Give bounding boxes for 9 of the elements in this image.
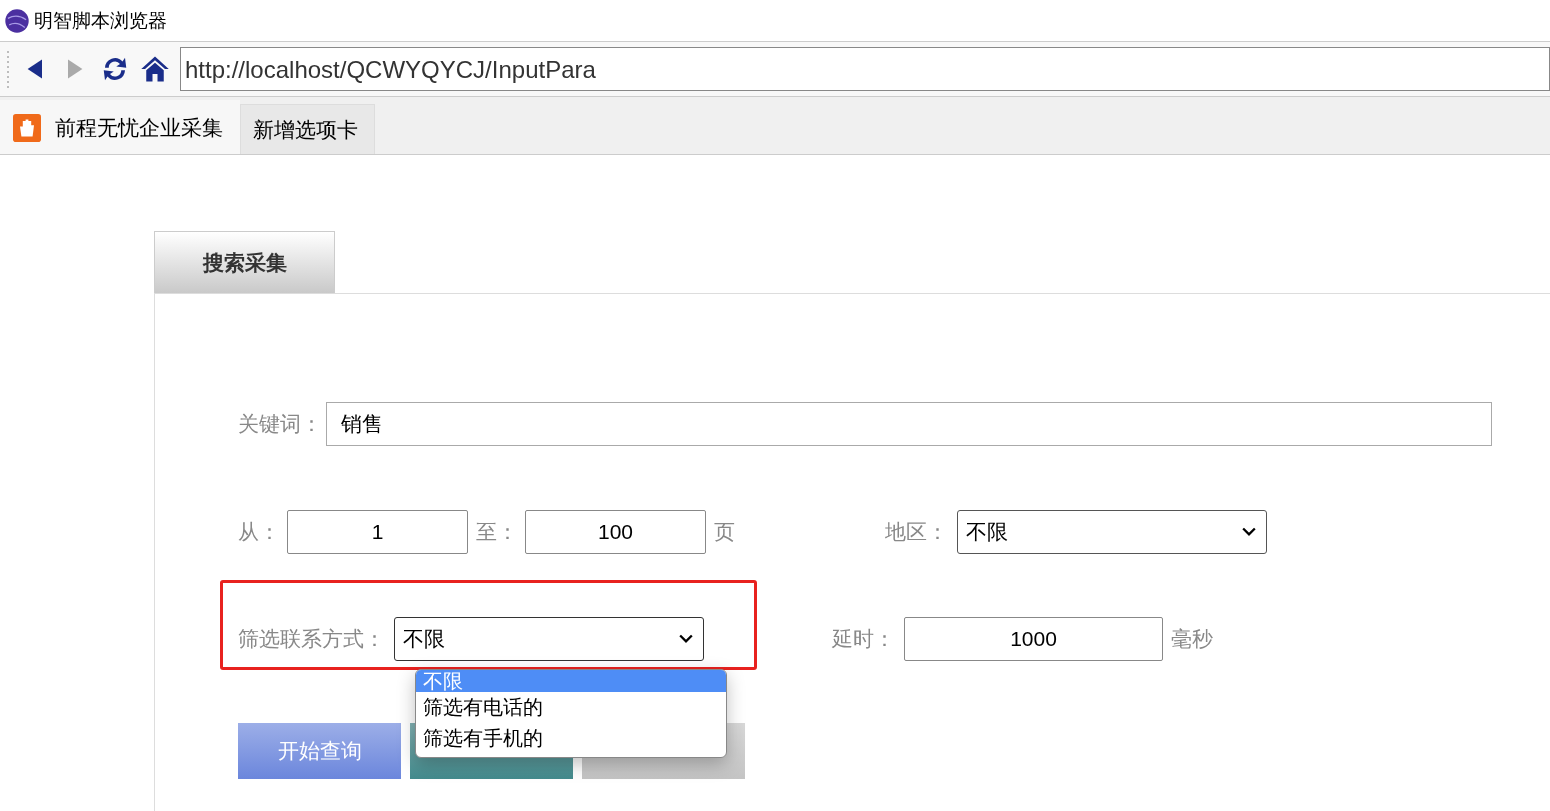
field-label: 关键词： (238, 411, 322, 437)
field-label: 延时： (832, 626, 895, 652)
unit-label: 毫秒 (1171, 626, 1213, 652)
field-label: 筛选联系方式： (238, 626, 385, 652)
field-label: 至： (476, 519, 518, 545)
field-label: 从： (238, 519, 280, 545)
unit-label: 页 (714, 519, 735, 545)
field-label: 地区： (885, 519, 948, 545)
window-title: 明智脚本浏览器 (34, 8, 167, 33)
